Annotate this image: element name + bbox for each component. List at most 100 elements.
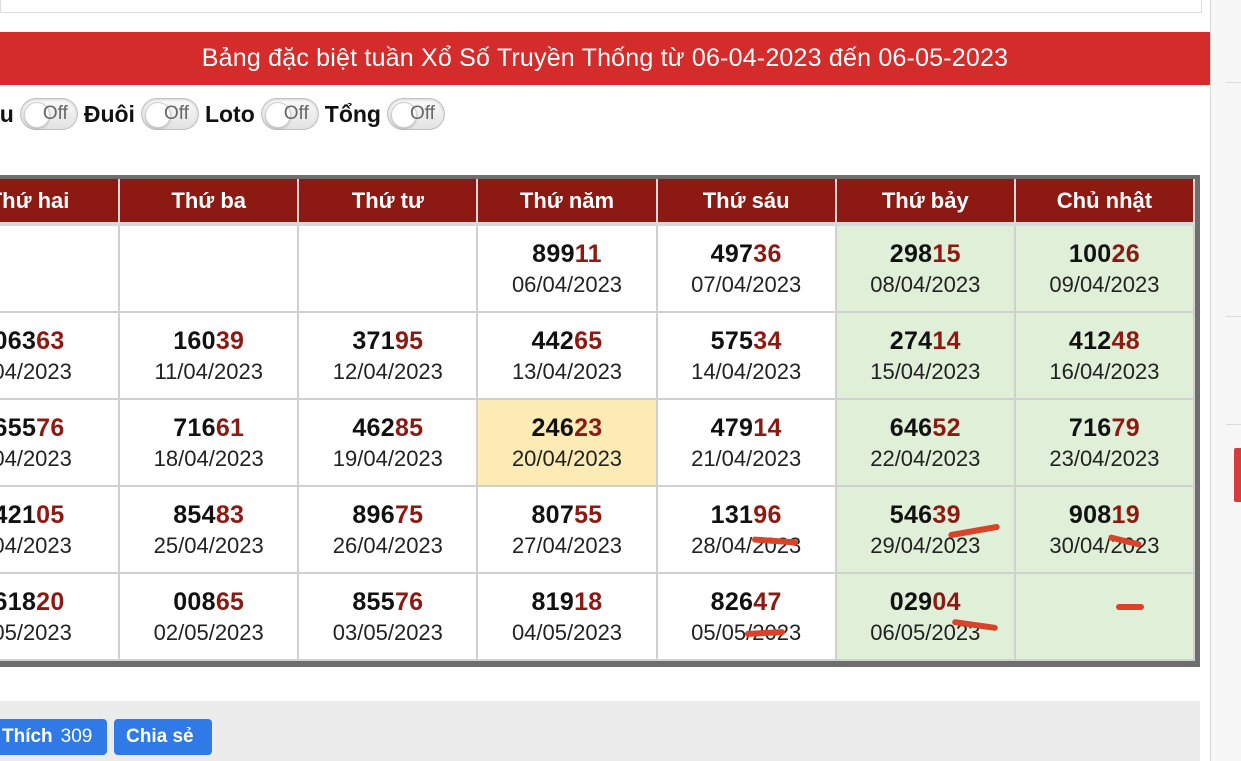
result-tail-digits: 11 [574, 239, 602, 268]
result-number: 89675 [299, 499, 476, 531]
result-cell: 8264705/05/2023 [656, 573, 837, 661]
result-cell: 81918 04/05/2023 [477, 573, 658, 661]
result-head-digits: 546 [889, 500, 933, 529]
result-cell: 65576/04/2023 [0, 399, 121, 487]
result-cell: 47914 21/04/2023 [656, 399, 837, 487]
result-head-digits: 896 [352, 500, 395, 529]
toggle-duoi-state: Off [163, 103, 189, 124]
result-cell: 90819 30/04/2023 [1014, 486, 1196, 574]
toggle-tong-state: Off [409, 103, 435, 124]
result-date: /04/2023 [0, 532, 72, 558]
result-head-digits: 298 [889, 239, 933, 268]
share-button-label: Chia sẻ [126, 726, 194, 747]
result-cell: 71661 18/04/2023 [119, 399, 300, 487]
toggle-label-tong: Tổng [324, 100, 381, 127]
toggle-label-dau: ầu [0, 100, 14, 127]
toggle-loto-switch[interactable]: Off [260, 98, 319, 130]
result-cell: 44265 13/04/2023 [477, 312, 658, 400]
result-number: 61820 [0, 586, 118, 618]
page-title: Bảng đặc biệt tuần Xổ Số Truyền Thống từ… [0, 32, 1210, 85]
toggle-duoi-switch[interactable]: Off [140, 98, 199, 130]
result-number: 71661 [120, 412, 297, 444]
result-head-digits: 371 [352, 326, 395, 355]
result-head-digits: 131 [710, 500, 754, 529]
result-number: 29815 [837, 238, 1014, 270]
result-tail-digits: 34 [753, 326, 782, 355]
result-number: 65576 [0, 412, 118, 444]
table-header-row: Thứ hai Thứ ba Thứ tư Thứ năm Thứ sáu Th… [0, 179, 1196, 226]
toggle-tong-switch[interactable]: Off [386, 98, 445, 130]
result-cell: 16039 11/04/2023 [119, 312, 300, 400]
result-head-digits: 908 [1068, 500, 1112, 529]
result-date: 12/04/2023 [332, 358, 443, 384]
result-number: 24623 [478, 412, 655, 444]
result-date: 19/04/2023 [332, 445, 443, 471]
result-cell: 89911 06/04/2023 [477, 224, 658, 313]
result-head-digits: 807 [531, 500, 575, 529]
result-number: 44265 [478, 325, 655, 357]
side-rail-tab[interactable] [1234, 448, 1241, 502]
result-number: 81918 [478, 586, 655, 618]
col-header-wednesday: Thứ tư [298, 179, 479, 226]
result-tail-digits: 15 [932, 239, 961, 268]
result-date: /04/2023 [0, 358, 72, 384]
result-cell: 29815 08/04/2023 [835, 224, 1016, 313]
result-head-digits: 442 [531, 326, 575, 355]
result-tail-digits: 14 [753, 413, 782, 442]
result-tail-digits: 14 [932, 326, 961, 355]
result-tail-digits: 76 [36, 413, 65, 442]
toggle-dau-switch[interactable]: Off [19, 98, 78, 130]
result-date: 16/04/2023 [1049, 358, 1160, 384]
result-tail-digits: 65 [215, 587, 245, 616]
result-head-digits: 716 [1068, 413, 1112, 442]
result-cell [1014, 573, 1196, 661]
result-number: 06363 [0, 325, 118, 357]
table-body: 89911 06/04/2023 49736 07/04/2023 29815 08/04… [0, 224, 1196, 661]
like-count: 309 [60, 726, 93, 747]
result-cell: 49736 07/04/2023 [656, 224, 837, 313]
result-tail-digits: 75 [394, 500, 424, 529]
result-date: 02/05/2023 [153, 619, 264, 645]
result-head-digits: 618 [0, 587, 37, 616]
result-cell: 89675 26/04/2023 [298, 486, 479, 574]
table-row: 61820/05/20230086502/05/20238557603/05/2… [0, 573, 1196, 661]
result-number: 85576 [299, 586, 476, 618]
result-head-digits: 855 [352, 587, 395, 616]
result-cell: 42105/04/2023 [0, 486, 121, 574]
result-tail-digits: 36 [753, 239, 782, 268]
result-number: 82647 [658, 586, 835, 618]
result-number: 64652 [837, 412, 1014, 444]
result-head-digits: 246 [531, 413, 575, 442]
result-date: 11/04/2023 [154, 358, 263, 384]
result-number: 27414 [837, 325, 1014, 357]
result-cell: 41248 16/04/2023 [1014, 312, 1196, 400]
result-date: 03/05/2023 [332, 619, 443, 645]
page-content: Bảng đặc biệt tuần Xổ Số Truyền Thống từ… [0, 0, 1210, 761]
result-tail-digits: 04 [932, 587, 961, 616]
result-number: 42105 [0, 499, 118, 531]
result-cell: 13196 28/04/2023 [656, 486, 837, 574]
result-tail-digits: 20 [36, 587, 65, 616]
result-head-digits: 497 [710, 239, 754, 268]
result-tail-digits: 47 [753, 587, 782, 616]
results-table-frame: Thứ hai Thứ ba Thứ tư Thứ năm Thứ sáu Th… [0, 175, 1200, 667]
result-cell [0, 224, 121, 313]
result-tail-digits: 52 [932, 413, 961, 442]
result-tail-digits: 65 [574, 326, 603, 355]
result-date: /04/2023 [0, 445, 72, 471]
result-head-digits: 412 [1068, 326, 1112, 355]
result-cell: 02904 06/05/2023 [835, 573, 1016, 661]
pen-mark [1116, 604, 1144, 610]
toggle-label-loto: Loto [204, 100, 255, 127]
result-number: 41248 [1016, 325, 1193, 357]
like-button[interactable]: Thích 309 [0, 719, 107, 755]
result-head-digits: 716 [173, 413, 216, 442]
result-tail-digits: 79 [1111, 413, 1140, 442]
result-cell [298, 224, 479, 313]
share-button[interactable]: Chia sẻ [114, 719, 212, 755]
result-date: 25/04/2023 [153, 532, 264, 558]
result-cell: 10026 09/04/2023 [1014, 224, 1196, 313]
result-number: 80755 [478, 499, 655, 531]
result-head-digits: 819 [531, 587, 575, 616]
result-head-digits: 646 [889, 413, 933, 442]
